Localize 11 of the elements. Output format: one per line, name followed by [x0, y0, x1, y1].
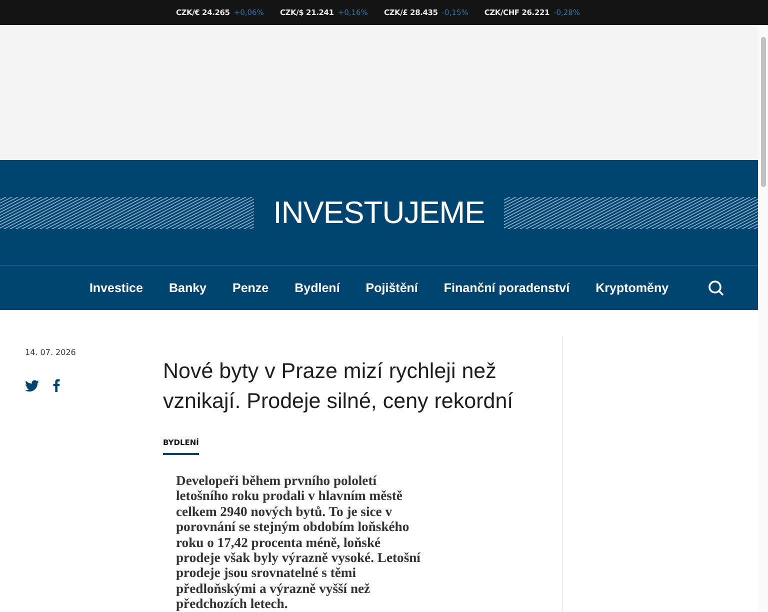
nav-link[interactable]: Penze: [220, 281, 282, 295]
nav-link[interactable]: Bydlení: [282, 281, 353, 295]
nav-link[interactable]: Finanční poradenství: [430, 281, 583, 295]
nav-link[interactable]: Kryptoměny: [582, 281, 682, 295]
site-logo[interactable]: INVESTUJEME: [273, 194, 485, 230]
nav-link[interactable]: Investice: [76, 281, 156, 295]
nav-link[interactable]: Pojištění: [352, 281, 431, 295]
publish-date: 14. 07. 2026: [25, 348, 77, 357]
article-lead: Developeři během prvního pololetí letošního roku prodali v hlavním městě celkem 2940 nových bytů. To je sice v porovnání se stejným obdobím loňského roku o 17,42 procenta méně, loňské prodeje však byly výrazně vysoké. Letošní prodeje jsou srovnatelné s těmi předloňskými a výrazně vyšší než předchozích letech.: [176, 473, 422, 612]
nav-link[interactable]: Banky: [156, 281, 220, 295]
article-title: Nové byty v Praze mizí rychleji než vznikají. Prodeje silné, ceny rekordní: [163, 358, 514, 415]
